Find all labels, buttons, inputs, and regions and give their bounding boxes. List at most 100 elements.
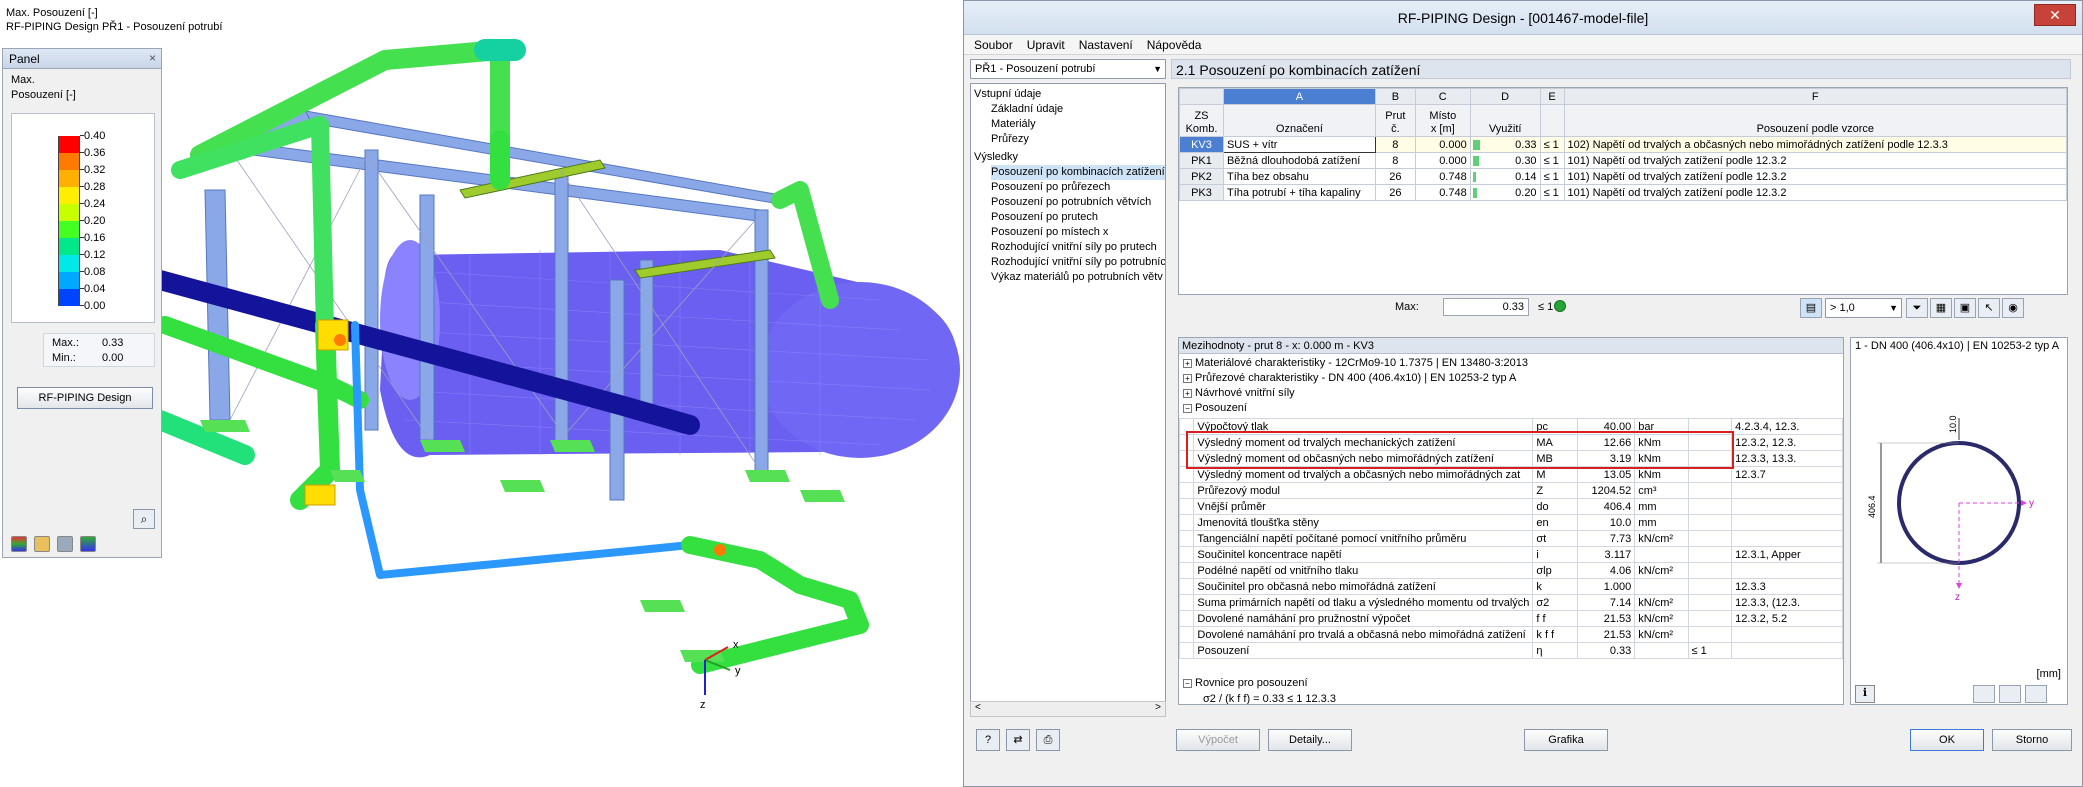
- tree-results-group[interactable]: Výsledky: [974, 150, 1018, 165]
- results-panel[interactable]: Panel × Max. Posouzení [-] 0.40 0.36 0.3…: [2, 48, 162, 558]
- cell-location[interactable]: 0.748: [1414, 168, 1471, 185]
- cell-location[interactable]: 0.748: [1414, 184, 1471, 201]
- menu-help[interactable]: Nápověda: [1147, 38, 1202, 52]
- view-icon[interactable]: ◉: [2002, 298, 2024, 318]
- row-zs[interactable]: PK2: [1179, 168, 1224, 185]
- filter-icon[interactable]: ⏷: [1906, 298, 1928, 318]
- tree-item-sections[interactable]: Průřezy: [991, 132, 1029, 147]
- display-settings-icon[interactable]: [34, 536, 50, 552]
- cell-member[interactable]: 26: [1374, 184, 1416, 201]
- cell-formula[interactable]: 101) Napětí od trvalých zatížení podle 1…: [1563, 152, 2067, 169]
- cell-name[interactable]: Tíha potrubí + tíha kapaliny: [1222, 184, 1376, 201]
- tree-item-basic-data[interactable]: Základní údaje: [991, 102, 1063, 117]
- group-forces[interactable]: + Návrhové vnitřní síly: [1183, 385, 1295, 401]
- cell-ratio[interactable]: 0.33: [1469, 136, 1541, 153]
- excel-export-icon[interactable]: ▣: [1954, 298, 1976, 318]
- table-settings-icon[interactable]: ▦: [1930, 298, 1952, 318]
- navigator-tree[interactable]: Vstupní údaje Základní údaje Materiály P…: [970, 83, 1166, 717]
- print-icon[interactable]: ⎙: [1036, 729, 1060, 751]
- col-letter-c[interactable]: C: [1414, 88, 1471, 105]
- cell-ratio[interactable]: 0.30: [1469, 152, 1541, 169]
- group-equations[interactable]: − Rovnice pro posouzení: [1183, 677, 1308, 689]
- section-detail-icon[interactable]: [1973, 685, 1995, 703]
- filter-icon[interactable]: [80, 536, 96, 552]
- tree-item-forces-branch[interactable]: Rozhodující vnitřní síly po potrubníc: [991, 255, 1165, 270]
- menu-file[interactable]: Soubor: [974, 38, 1013, 52]
- cell-location[interactable]: 0.000: [1414, 152, 1471, 169]
- cell-member[interactable]: 8: [1374, 136, 1416, 153]
- collapse-icon[interactable]: −: [1183, 403, 1192, 413]
- cell-name[interactable]: Tíha bez obsahu: [1222, 168, 1376, 185]
- tree-item-by-section[interactable]: Posouzení po průřezech: [991, 180, 1110, 195]
- row-zs[interactable]: KV3: [1179, 136, 1224, 153]
- col-letter-d[interactable]: D: [1469, 88, 1541, 105]
- tree-item-by-combination[interactable]: Posouzení po kombinacích zatížení: [991, 165, 1165, 180]
- cross-section-view[interactable]: 1 - DN 400 (406.4x10) | EN 10253-2 typ A…: [1850, 337, 2068, 705]
- combination-results-table[interactable]: A B C D E F ZS Komb. Označení Prut č. Mí…: [1178, 87, 2068, 295]
- group-material[interactable]: + Materiálové charakteristiky - 12CrMo9-1…: [1183, 355, 1528, 371]
- tree-item-forces-member[interactable]: Rozhodující vnitřní síly po prutech: [991, 240, 1157, 255]
- detail-ref: 4.2.3.4, 12.3.: [1731, 418, 1843, 435]
- export-icon[interactable]: ⇄: [1006, 729, 1030, 751]
- info-icon[interactable]: ℹ: [1855, 685, 1875, 703]
- cell-ratio[interactable]: 0.20: [1469, 184, 1541, 201]
- expand-icon[interactable]: +: [1183, 388, 1192, 398]
- ratio-filter-select[interactable]: > 1,0 ▼: [1825, 298, 1902, 318]
- tree-item-material-list[interactable]: Výkaz materiálů po potrubních větv: [991, 270, 1163, 285]
- menu-edit[interactable]: Upravit: [1027, 38, 1065, 52]
- collapse-icon[interactable]: −: [1183, 678, 1192, 688]
- row-zs[interactable]: PK3: [1179, 184, 1224, 201]
- table-row[interactable]: KV3 SUS + vítr 8 0.000 0.33 ≤ 1 102) Nap…: [1179, 136, 2067, 153]
- details-button[interactable]: Detaily...: [1268, 729, 1352, 751]
- group-design[interactable]: − Posouzení: [1183, 400, 1247, 416]
- intermediate-values-panel[interactable]: Mezihodnoty - prut 8 - x: 0.000 m - KV3 …: [1178, 337, 1844, 705]
- select-in-model-icon[interactable]: ↖: [1978, 298, 2000, 318]
- table-row[interactable]: PK3 Tíha potrubí + tíha kapaliny 26 0.74…: [1179, 184, 2067, 201]
- expand-icon[interactable]: +: [1183, 373, 1192, 383]
- graphics-button[interactable]: Grafika: [1524, 729, 1608, 751]
- menu-settings[interactable]: Nastavení: [1079, 38, 1133, 52]
- dimensions-icon[interactable]: [1999, 685, 2021, 703]
- search-icon[interactable]: ⌕: [133, 509, 155, 529]
- tree-input-group[interactable]: Vstupní údaje: [974, 87, 1041, 102]
- detail-value: 3.117: [1577, 546, 1636, 563]
- cell-formula[interactable]: 101) Napětí od trvalých zatížení podle 1…: [1563, 168, 2067, 185]
- color-scale-icon[interactable]: [11, 536, 27, 552]
- tree-item-by-location[interactable]: Posouzení po místech x: [991, 225, 1108, 240]
- horizontal-scrollbar[interactable]: < >: [970, 701, 1166, 717]
- expand-icon[interactable]: +: [1183, 358, 1192, 368]
- case-select[interactable]: PŘ1 - Posouzení potrubí ▼: [970, 59, 1166, 79]
- ok-button[interactable]: OK: [1910, 729, 1984, 751]
- help-icon[interactable]: ?: [976, 729, 1000, 751]
- zoom-icon[interactable]: [2025, 685, 2047, 703]
- col-letter-e[interactable]: E: [1539, 88, 1565, 105]
- tree-item-by-branch[interactable]: Posouzení po potrubních větvích: [991, 195, 1151, 210]
- col-letter-f[interactable]: F: [1563, 88, 2067, 105]
- table-row[interactable]: PK1 Běžná dlouhodobá zatížení 8 0.000 0.…: [1179, 152, 2067, 169]
- tree-item-materials[interactable]: Materiály: [991, 117, 1036, 132]
- calculate-button[interactable]: Výpočet: [1176, 729, 1260, 751]
- cell-member[interactable]: 8: [1374, 152, 1416, 169]
- col-letter-a[interactable]: A: [1222, 88, 1376, 105]
- cell-member[interactable]: 26: [1374, 168, 1416, 185]
- group-section[interactable]: + Průřezové charakteristiky - DN 400 (406…: [1183, 370, 1516, 386]
- window-close-button[interactable]: ✕: [2034, 4, 2076, 26]
- rf-piping-design-button[interactable]: RF-PIPING Design: [17, 387, 153, 409]
- cell-formula[interactable]: 102) Napětí od trvalých a občasných nebo…: [1563, 136, 2067, 153]
- tree-item-by-member[interactable]: Posouzení po prutech: [991, 210, 1098, 225]
- highlight-icon[interactable]: ▤: [1800, 298, 1822, 318]
- cancel-button[interactable]: Storno: [1992, 729, 2072, 751]
- cell-formula[interactable]: 101) Napětí od trvalých zatížení podle 1…: [1563, 184, 2067, 201]
- 3d-viewport[interactable]: x y z Max. Posouzení [-] RF-PIPING Desig…: [0, 0, 960, 787]
- cell-ratio[interactable]: 0.14: [1469, 168, 1541, 185]
- table-row[interactable]: PK2 Tíha bez obsahu 26 0.748 0.14 ≤ 1 10…: [1179, 168, 2067, 185]
- cell-name[interactable]: SUS + vítr: [1222, 136, 1376, 153]
- chevron-right-icon[interactable]: >: [1155, 702, 1161, 713]
- cell-name[interactable]: Běžná dlouhodobá zatížení: [1222, 152, 1376, 169]
- cell-location[interactable]: 0.000: [1414, 136, 1471, 153]
- col-letter-b[interactable]: B: [1374, 88, 1416, 105]
- close-icon[interactable]: ×: [149, 51, 156, 65]
- row-zs[interactable]: PK1: [1179, 152, 1224, 169]
- balance-icon[interactable]: [57, 536, 73, 552]
- chevron-left-icon[interactable]: <: [975, 702, 981, 713]
